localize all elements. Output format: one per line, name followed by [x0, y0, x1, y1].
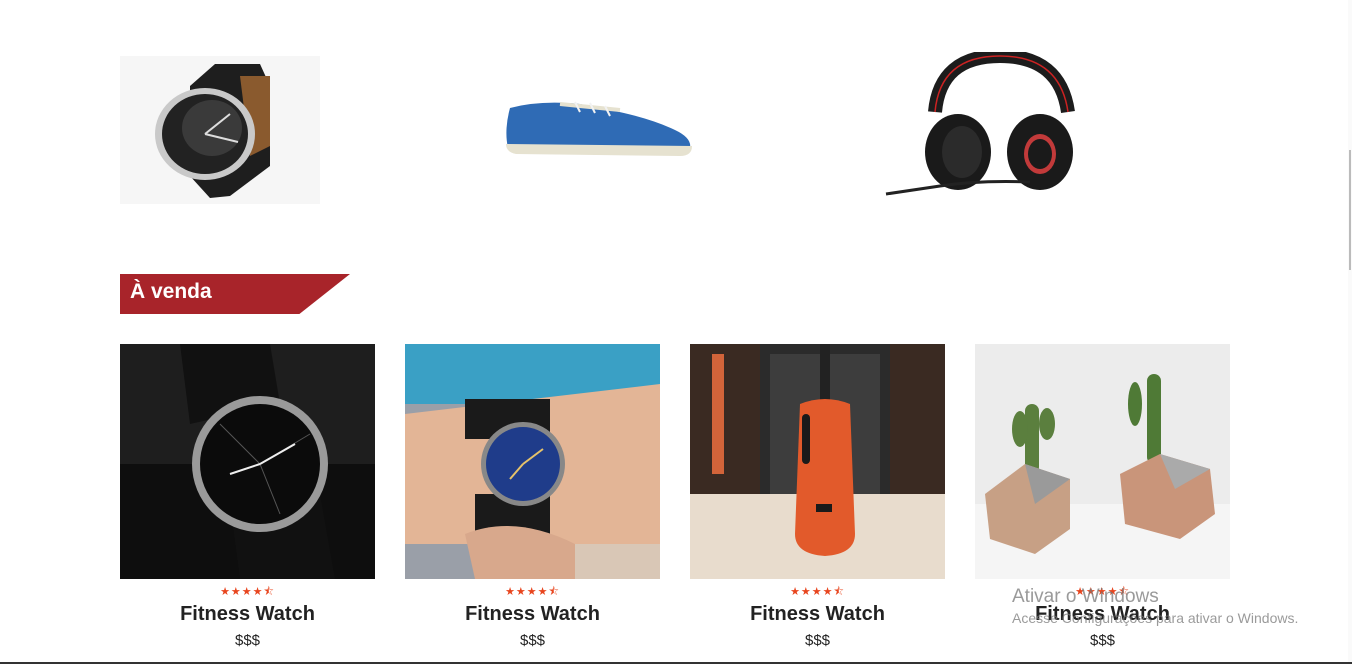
- featured-watch-image[interactable]: [120, 56, 320, 204]
- product-card[interactable]: ★★★★⯪ Fitness Watch $$$: [405, 344, 660, 664]
- product-name[interactable]: Fitness Watch: [120, 603, 375, 626]
- section-header: À venda: [120, 274, 350, 314]
- scrollbar-thumb[interactable]: [1349, 150, 1351, 270]
- rating-stars: ★★★★⯪: [1075, 585, 1130, 598]
- rating-stars: ★★★★⯪: [790, 585, 845, 598]
- rating-stars: ★★★★⯪: [505, 585, 560, 598]
- product-image-cactus-pots[interactable]: [975, 344, 1230, 579]
- product-price: $$$: [1089, 632, 1116, 649]
- product-card[interactable]: ★★★★⯪ Fitness Watch $$$: [975, 344, 1230, 664]
- rating-stars: ★★★★⯪: [220, 585, 275, 598]
- featured-shoe-image[interactable]: [500, 90, 700, 160]
- scrollbar[interactable]: [1348, 0, 1352, 664]
- product-price: $$$: [804, 632, 831, 649]
- featured-headphones-image[interactable]: [880, 48, 1080, 202]
- product-image-black-watch[interactable]: [120, 344, 375, 579]
- product-card[interactable]: ★★★★⯪ Fitness Watch $$$: [690, 344, 945, 664]
- featured-products: [0, 40, 1352, 220]
- product-name[interactable]: Fitness Watch: [690, 603, 945, 626]
- product-name[interactable]: Fitness Watch: [405, 603, 660, 626]
- section-title: À venda: [130, 280, 212, 303]
- product-image-orange-guitar[interactable]: [690, 344, 945, 579]
- product-grid: ★★★★⯪ Fitness Watch $$$ ★★★★⯪ Fitness Wa…: [120, 344, 1230, 664]
- product-price: $$$: [234, 632, 261, 649]
- product-card[interactable]: ★★★★⯪ Fitness Watch $$$: [120, 344, 375, 664]
- product-name[interactable]: Fitness Watch: [975, 603, 1230, 626]
- product-price: $$$: [519, 632, 546, 649]
- product-image-blue-watch[interactable]: [405, 344, 660, 579]
